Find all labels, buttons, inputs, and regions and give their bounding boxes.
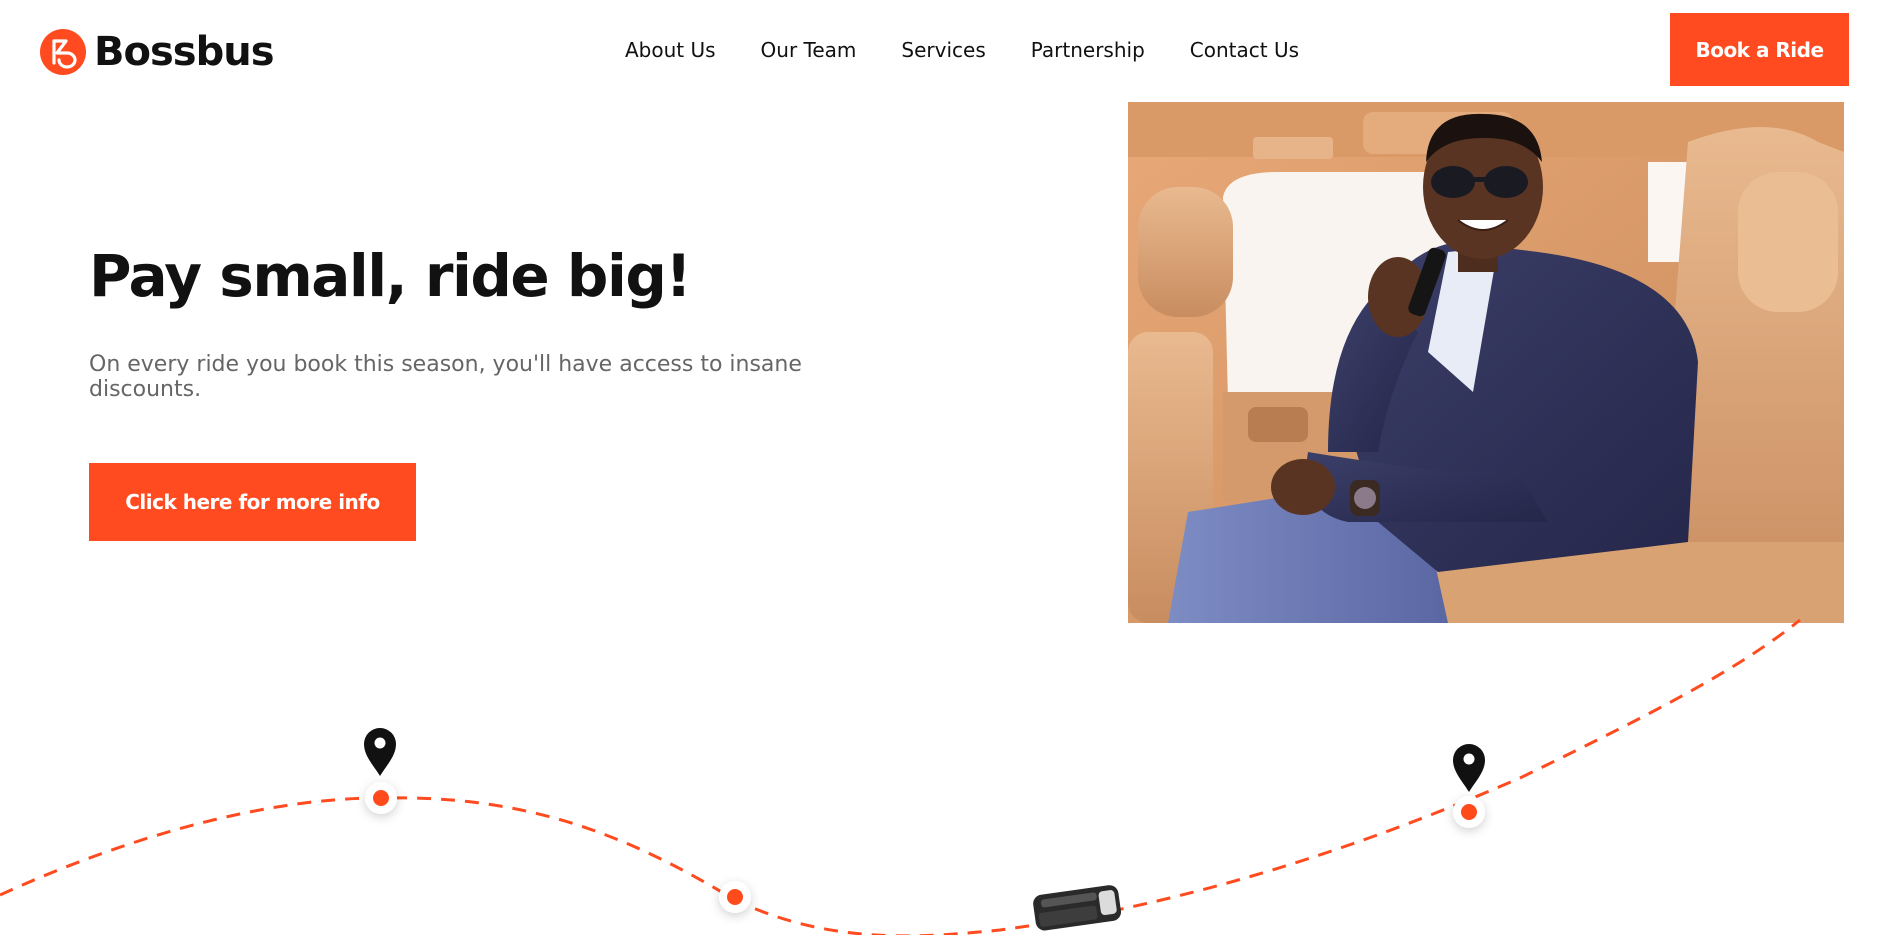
route-illustration xyxy=(0,618,1801,935)
nav-item-contact-us[interactable]: Contact Us xyxy=(1190,34,1299,66)
page: Bossbus About Us Our Team Services Partn… xyxy=(0,0,1891,935)
map-pin-icon xyxy=(364,728,396,776)
main-nav: About Us Our Team Services Partnership C… xyxy=(625,34,1344,66)
hero-photo xyxy=(1128,102,1844,623)
route-stop-dot xyxy=(1453,796,1485,828)
book-a-ride-button[interactable]: Book a Ride xyxy=(1670,13,1849,86)
route-stop-dot xyxy=(365,782,397,814)
nav-item-partnership[interactable]: Partnership xyxy=(1031,34,1145,66)
route-stop-dot xyxy=(719,881,751,913)
brand-logo[interactable]: Bossbus xyxy=(40,28,275,76)
bossbus-logo-icon xyxy=(40,29,86,75)
hero-title: Pay small, ride big! xyxy=(89,242,692,310)
nav-item-about-us[interactable]: About Us xyxy=(625,34,716,66)
van-icon xyxy=(1033,885,1122,931)
map-pin-icon xyxy=(1453,744,1485,792)
brand-name: Bossbus xyxy=(94,29,275,75)
more-info-button[interactable]: Click here for more info xyxy=(89,463,416,541)
man-on-phone-in-car-photo xyxy=(1128,102,1844,623)
hero-subtitle: On every ride you book this season, you'… xyxy=(89,352,802,402)
nav-item-our-team[interactable]: Our Team xyxy=(761,34,857,66)
route-path xyxy=(0,618,1801,935)
nav-item-services[interactable]: Services xyxy=(901,34,985,66)
